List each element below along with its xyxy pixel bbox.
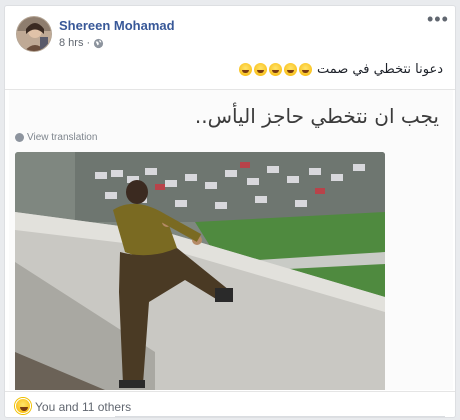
reaction-bar: You and 11 others [5, 391, 455, 417]
view-translation-link[interactable]: View translation [15, 132, 97, 143]
emoji-laugh-icon [283, 63, 297, 76]
emoji-laugh-icon [253, 63, 267, 76]
emoji-laugh-icon [238, 63, 252, 76]
post-meta: 8 hrs · [59, 37, 104, 49]
emoji-laugh-icon [298, 63, 312, 76]
post-card: Shereen Mohamad 8 hrs · ••• دعونا نتخطي … [4, 5, 456, 418]
post-text-content: دعونا نتخطي في صمت [316, 62, 443, 77]
author-name[interactable]: Shereen Mohamad [59, 18, 175, 33]
post-header: Shereen Mohamad 8 hrs · ••• [5, 6, 455, 62]
post-text: دعونا نتخطي في صمت [238, 62, 443, 77]
reaction-summary[interactable]: You and 11 others [35, 400, 131, 414]
post-photo[interactable] [15, 152, 385, 390]
avatar-image [17, 17, 51, 51]
meta-separator: · [86, 37, 91, 49]
emoji-laugh-icon [268, 63, 282, 76]
shared-image-post[interactable]: يجب ان نتخطي حاجز اليأس.. View translati… [9, 90, 453, 390]
avatar[interactable] [16, 16, 52, 52]
post-time[interactable]: 8 hrs [59, 37, 83, 49]
translate-icon [15, 133, 24, 142]
image-caption: يجب ان نتخطي حاجز اليأس.. [194, 104, 439, 128]
footer-divider [115, 416, 445, 417]
photo-illustration [15, 152, 385, 390]
more-options-icon[interactable]: ••• [427, 10, 448, 30]
globe-icon[interactable] [93, 38, 104, 49]
view-translation-label: View translation [27, 132, 98, 143]
haha-reaction-icon[interactable] [15, 398, 31, 414]
